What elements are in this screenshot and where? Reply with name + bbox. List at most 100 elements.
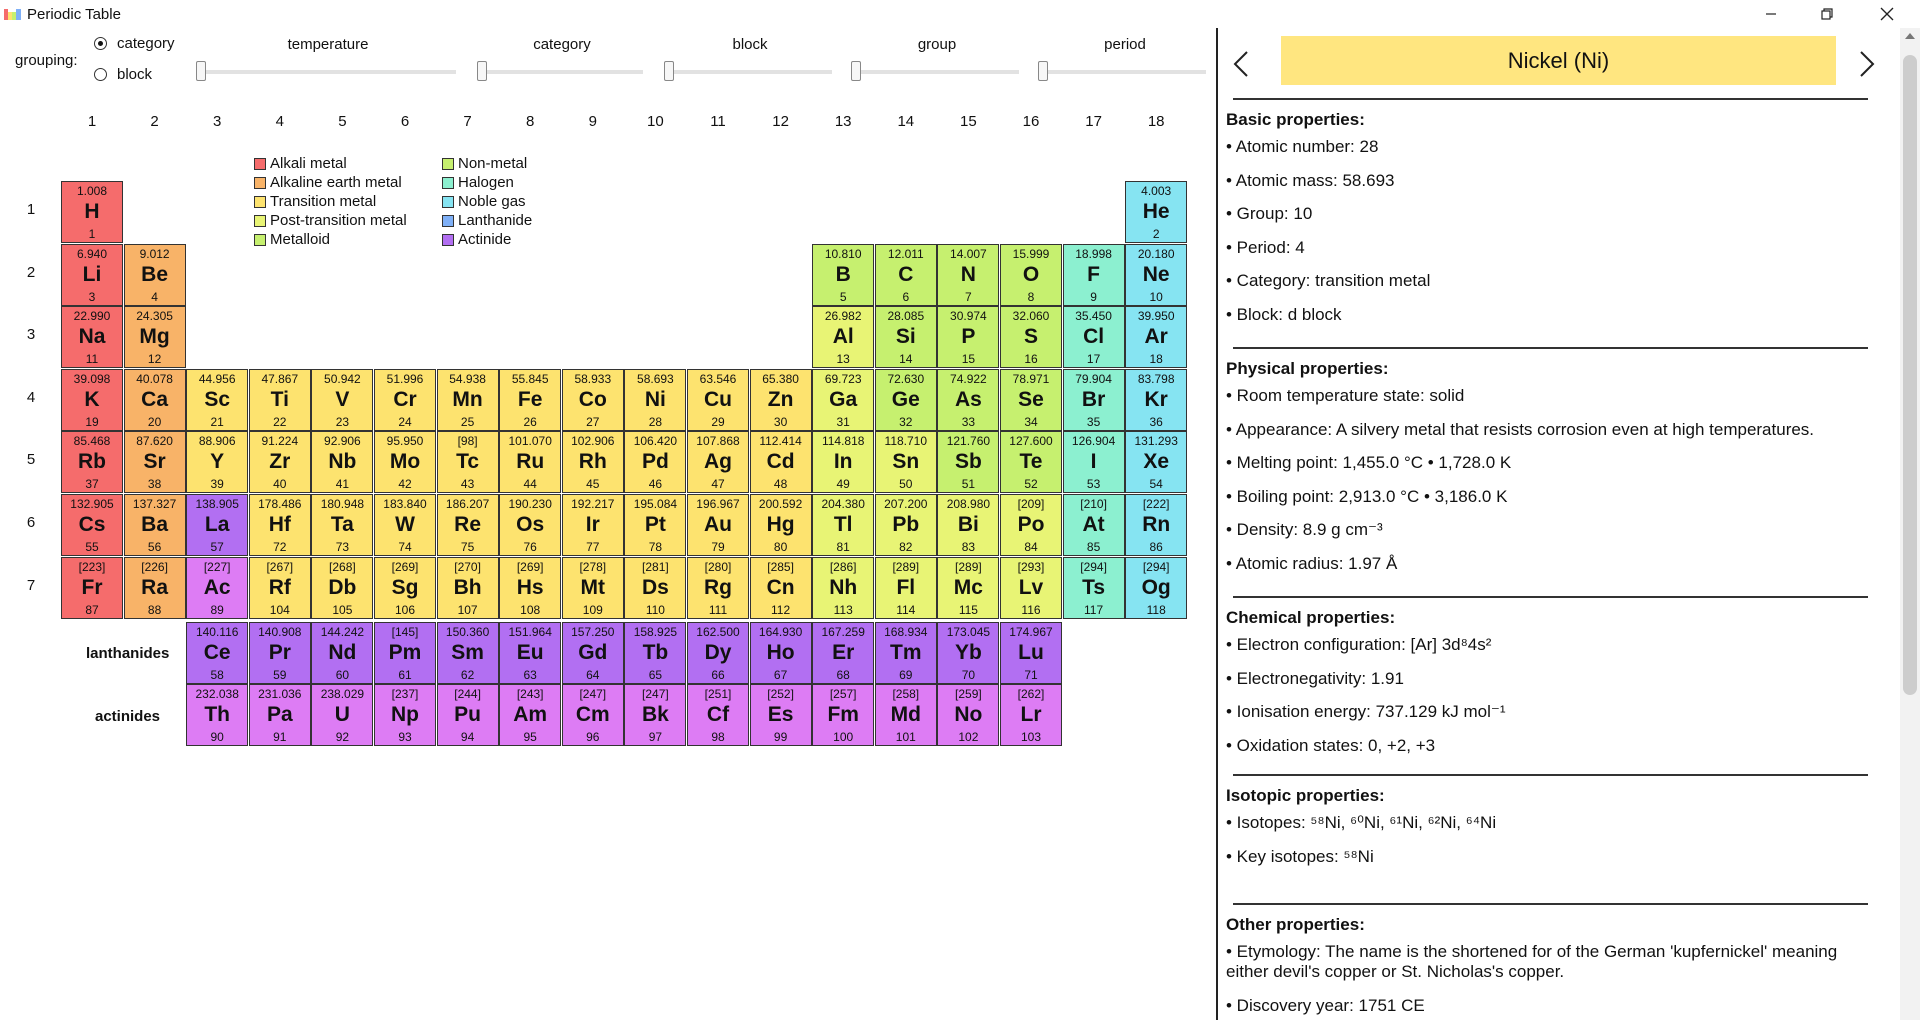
element-cell-pm[interactable]: [145] Pm 61 <box>374 622 436 684</box>
element-cell-rg[interactable]: [280] Rg 111 <box>687 556 749 619</box>
element-cell-pr[interactable]: 140.908 Pr 59 <box>248 622 311 684</box>
element-cell-n[interactable]: 14.007 N 7 <box>937 243 1000 306</box>
minimize-button[interactable] <box>1743 0 1799 28</box>
element-cell-bi[interactable]: 208.980 Bi 83 <box>937 494 1000 556</box>
element-cell-cm[interactable]: [247] Cm 96 <box>561 684 624 746</box>
element-cell-md[interactable]: [258] Md 101 <box>874 684 937 746</box>
element-cell-ca[interactable]: 40.078 Ca 20 <box>123 368 186 431</box>
block-slider-thumb[interactable] <box>664 61 674 81</box>
element-cell-lr[interactable]: [262] Lr 103 <box>1000 684 1062 746</box>
element-cell-na[interactable]: 22.990 Na 11 <box>61 306 123 369</box>
element-cell-og[interactable]: [294] Og 118 <box>1125 556 1188 619</box>
element-cell-ra[interactable]: [226] Ra 88 <box>123 556 186 619</box>
element-cell-hs[interactable]: [269] Hs 108 <box>499 556 562 619</box>
element-cell-po[interactable]: [209] Po 84 <box>1000 494 1062 556</box>
element-cell-sm[interactable]: 150.360 Sm 62 <box>436 622 499 684</box>
element-cell-at[interactable]: [210] At 85 <box>1062 494 1125 556</box>
element-cell-sn[interactable]: 118.710 Sn 50 <box>874 431 937 494</box>
element-cell-c[interactable]: 12.011 C 6 <box>874 243 937 306</box>
element-cell-es[interactable]: [252] Es 99 <box>749 684 812 746</box>
element-cell-pt[interactable]: 195.084 Pt 78 <box>624 494 687 556</box>
element-cell-ne[interactable]: 20.180 Ne 10 <box>1125 243 1188 306</box>
element-cell-ga[interactable]: 69.723 Ga 31 <box>812 368 875 431</box>
temperature-slider-thumb[interactable] <box>196 61 206 81</box>
element-cell-sb[interactable]: 121.760 Sb 51 <box>937 431 1000 494</box>
element-cell-pd[interactable]: 106.420 Pd 46 <box>624 431 687 494</box>
element-cell-f[interactable]: 18.998 F 9 <box>1062 243 1125 306</box>
element-cell-p[interactable]: 30.974 P 15 <box>937 306 1000 369</box>
element-cell-be[interactable]: 9.012 Be 4 <box>123 243 186 306</box>
element-cell-gd[interactable]: 157.250 Gd 64 <box>561 622 624 684</box>
element-cell-ag[interactable]: 107.868 Ag 47 <box>687 431 749 494</box>
element-cell-dy[interactable]: 162.500 Dy 66 <box>687 622 749 684</box>
element-cell-cd[interactable]: 112.414 Cd 48 <box>749 431 812 494</box>
element-cell-mc[interactable]: [289] Mc 115 <box>937 556 1000 619</box>
element-cell-te[interactable]: 127.600 Te 52 <box>1000 431 1062 494</box>
element-cell-ba[interactable]: 137.327 Ba 56 <box>123 494 186 556</box>
grouping-option-block[interactable]: block <box>94 66 152 83</box>
element-cell-br[interactable]: 79.904 Br 35 <box>1062 368 1125 431</box>
element-cell-th[interactable]: 232.038 Th 90 <box>186 684 249 746</box>
element-cell-se[interactable]: 78.971 Se 34 <box>1000 368 1062 431</box>
element-cell-np[interactable]: [237] Np 93 <box>374 684 436 746</box>
element-cell-sg[interactable]: [269] Sg 106 <box>374 556 436 619</box>
element-cell-hf[interactable]: 178.486 Hf 72 <box>248 494 311 556</box>
element-cell-co[interactable]: 58.933 Co 27 <box>561 368 624 431</box>
element-cell-al[interactable]: 26.982 Al 13 <box>812 306 875 369</box>
element-cell-zn[interactable]: 65.380 Zn 30 <box>749 368 812 431</box>
element-cell-zr[interactable]: 91.224 Zr 40 <box>248 431 311 494</box>
category-slider-track[interactable] <box>477 70 643 74</box>
element-cell-v[interactable]: 50.942 V 23 <box>311 368 374 431</box>
element-cell-cn[interactable]: [285] Cn 112 <box>749 556 812 619</box>
element-cell-ru[interactable]: 101.070 Ru 44 <box>499 431 562 494</box>
element-cell-b[interactable]: 10.810 B 5 <box>812 243 875 306</box>
element-cell-ti[interactable]: 47.867 Ti 22 <box>248 368 311 431</box>
element-cell-yb[interactable]: 173.045 Yb 70 <box>937 622 1000 684</box>
period-slider-thumb[interactable] <box>1038 61 1048 81</box>
element-cell-sc[interactable]: 44.956 Sc 21 <box>186 368 249 431</box>
element-cell-pb[interactable]: 207.200 Pb 82 <box>874 494 937 556</box>
element-cell-ni[interactable]: 58.693 Ni 28 <box>624 368 687 431</box>
element-cell-w[interactable]: 183.840 W 74 <box>374 494 436 556</box>
element-cell-nd[interactable]: 144.242 Nd 60 <box>311 622 374 684</box>
element-cell-cf[interactable]: [251] Cf 98 <box>687 684 749 746</box>
element-cell-si[interactable]: 28.085 Si 14 <box>874 306 937 369</box>
period-slider-track[interactable] <box>1038 70 1206 74</box>
element-cell-kr[interactable]: 83.798 Kr 36 <box>1125 368 1188 431</box>
element-cell-tm[interactable]: 168.934 Tm 69 <box>874 622 937 684</box>
element-cell-i[interactable]: 126.904 I 53 <box>1062 431 1125 494</box>
element-cell-y[interactable]: 88.906 Y 39 <box>186 431 249 494</box>
element-cell-er[interactable]: 167.259 Er 68 <box>812 622 875 684</box>
element-cell-mn[interactable]: 54.938 Mn 25 <box>436 368 499 431</box>
element-cell-cu[interactable]: 63.546 Cu 29 <box>687 368 749 431</box>
element-cell-lv[interactable]: [293] Lv 116 <box>1000 556 1062 619</box>
element-cell-ho[interactable]: 164.930 Ho 67 <box>749 622 812 684</box>
category-slider-thumb[interactable] <box>477 61 487 81</box>
element-cell-re[interactable]: 186.207 Re 75 <box>436 494 499 556</box>
element-cell-fe[interactable]: 55.845 Fe 26 <box>499 368 562 431</box>
element-cell-au[interactable]: 196.967 Au 79 <box>687 494 749 556</box>
element-cell-he[interactable]: 4.003 He 2 <box>1125 181 1188 243</box>
element-cell-ir[interactable]: 192.217 Ir 77 <box>561 494 624 556</box>
element-cell-tl[interactable]: 204.380 Tl 81 <box>812 494 875 556</box>
element-cell-hg[interactable]: 200.592 Hg 80 <box>749 494 812 556</box>
scrollbar-thumb[interactable] <box>1903 55 1917 695</box>
element-cell-o[interactable]: 15.999 O 8 <box>1000 243 1062 306</box>
element-cell-mt[interactable]: [278] Mt 109 <box>561 556 624 619</box>
element-cell-xe[interactable]: 131.293 Xe 54 <box>1125 431 1188 494</box>
element-cell-lu[interactable]: 174.967 Lu 71 <box>1000 622 1062 684</box>
block-slider-track[interactable] <box>664 70 832 74</box>
element-cell-ac[interactable]: [227] Ac 89 <box>186 556 249 619</box>
scroll-up-arrow-icon[interactable] <box>1904 32 1916 40</box>
element-cell-ds[interactable]: [281] Ds 110 <box>624 556 687 619</box>
next-element-button[interactable] <box>1847 44 1887 84</box>
element-cell-cr[interactable]: 51.996 Cr 24 <box>374 368 436 431</box>
element-cell-k[interactable]: 39.098 K 19 <box>61 368 123 431</box>
element-cell-rn[interactable]: [222] Rn 86 <box>1125 494 1188 556</box>
element-cell-pa[interactable]: 231.036 Pa 91 <box>248 684 311 746</box>
element-cell-cs[interactable]: 132.905 Cs 55 <box>61 494 123 556</box>
element-cell-rf[interactable]: [267] Rf 104 <box>248 556 311 619</box>
element-cell-os[interactable]: 190.230 Os 76 <box>499 494 562 556</box>
element-cell-ar[interactable]: 39.950 Ar 18 <box>1125 306 1188 369</box>
element-cell-s[interactable]: 32.060 S 16 <box>1000 306 1062 369</box>
